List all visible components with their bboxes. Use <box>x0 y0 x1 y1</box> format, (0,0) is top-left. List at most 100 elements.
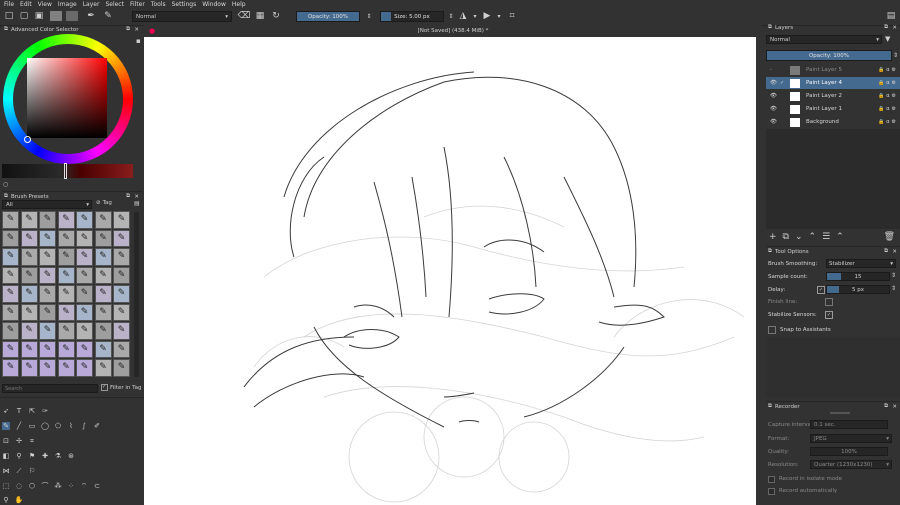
ellipse-select-icon[interactable]: ◌ <box>15 482 23 490</box>
menu-filter[interactable]: Filter <box>130 1 145 8</box>
brush-preset-item[interactable]: ✎ <box>57 303 75 321</box>
crop-tool-icon[interactable]: ⌗ <box>28 437 36 445</box>
brush-preset-item[interactable]: ✎ <box>57 322 75 340</box>
brush-preset-item[interactable]: ✎ <box>113 340 130 358</box>
brush-preset-item[interactable]: ✎ <box>94 248 112 266</box>
opacity-slider[interactable]: Opacity: 100% <box>296 11 360 22</box>
brush-preset-item[interactable]: ✎ <box>57 266 75 284</box>
chevron-down-icon[interactable]: ▾ <box>470 11 480 21</box>
capture-interval-field[interactable]: 0.1 sec. <box>810 420 888 429</box>
snap-checkbox[interactable] <box>768 326 776 334</box>
duplicate-layer-icon[interactable]: ⧉ <box>783 232 789 242</box>
menu-edit[interactable]: Edit <box>20 1 32 8</box>
brush-preset-item[interactable]: ✎ <box>76 322 93 340</box>
brush-preset-item[interactable]: ✎ <box>39 266 56 284</box>
brush-preset-item[interactable]: ✎ <box>20 285 38 303</box>
brush-preset-item[interactable]: ✎ <box>57 340 75 358</box>
assistant-tool-icon[interactable]: ⋈ <box>2 467 10 475</box>
move-up-icon[interactable]: ⌃ <box>809 232 817 242</box>
lock-icon[interactable]: 🔒 <box>878 93 884 99</box>
menu-settings[interactable]: Settings <box>172 1 197 8</box>
text-tool-icon[interactable]: T <box>15 407 23 415</box>
brush-preset-item[interactable]: ✎ <box>20 303 38 321</box>
smart-patch-icon[interactable]: ✚ <box>41 452 49 460</box>
mirror-horizontal-icon[interactable]: ◮ <box>458 11 468 21</box>
move-down-icon[interactable]: ⌄ <box>795 232 803 242</box>
bezier-select-icon[interactable]: ⌔ <box>80 482 88 490</box>
brush-preset-item[interactable]: ✎ <box>76 340 93 358</box>
brush-preset-item[interactable]: ✎ <box>2 359 19 377</box>
brush-preset-item[interactable]: ✎ <box>39 211 56 229</box>
alpha-icon[interactable]: α <box>886 80 889 86</box>
alpha-icon[interactable]: α <box>886 119 889 125</box>
brush-preset-item[interactable]: ✎ <box>113 303 130 321</box>
open-document-icon[interactable]: ▢ <box>19 11 29 21</box>
brush-preset-item[interactable]: ✎ <box>94 266 112 284</box>
lock-icon[interactable]: 🔒 <box>878 119 884 125</box>
layer-row[interactable]: 👁 Paint Layer 2 🔒 α ⚙ <box>766 90 900 102</box>
dynamic-brush-icon[interactable]: ⊡ <box>2 437 10 445</box>
finish-line-checkbox[interactable] <box>825 298 833 306</box>
size-slider[interactable]: Size: 5.00 px <box>380 11 444 22</box>
brush-preset-item[interactable]: ✎ <box>2 285 19 303</box>
workspace-icon[interactable]: ▤ <box>886 11 896 21</box>
brush-preset-item[interactable]: ✎ <box>113 229 130 247</box>
brush-preset-item[interactable]: ✎ <box>20 229 38 247</box>
menu-file[interactable]: File <box>4 1 14 8</box>
dock-float-icon[interactable]: ⧉ <box>4 26 8 33</box>
menu-image[interactable]: Image <box>58 1 77 8</box>
dock-float-icon[interactable]: ⧉ <box>768 24 772 31</box>
blend-mode-select[interactable]: Normal ▾ <box>132 11 232 22</box>
brush-preset-item[interactable]: ✎ <box>39 322 56 340</box>
close-icon[interactable]: ✕ <box>892 249 897 255</box>
brush-preset-item[interactable]: ✎ <box>2 211 19 229</box>
color-picker-handle[interactable] <box>24 136 31 143</box>
quality-slider[interactable]: 100% <box>810 447 888 456</box>
polyline-tool-icon[interactable]: ⌇ <box>67 422 75 430</box>
rect-select-icon[interactable]: ⬚ <box>2 482 10 490</box>
close-icon[interactable]: ✕ <box>892 404 897 410</box>
brush-scrollbar[interactable] <box>134 212 139 377</box>
brush-preset-item[interactable]: ✎ <box>76 266 93 284</box>
brush-preset-item[interactable]: ✎ <box>57 229 75 247</box>
chevron-down-icon[interactable]: ▾ <box>494 11 504 21</box>
delete-layer-icon[interactable]: 🗑 <box>884 232 895 242</box>
menu-layer[interactable]: Layer <box>83 1 100 8</box>
brush-smoothing-select[interactable]: Stabilizer ▾ <box>826 259 896 268</box>
opacity-spin-icon[interactable]: ⇕ <box>893 52 898 59</box>
brush-preset-item[interactable]: ✎ <box>94 322 112 340</box>
brush-preset-item[interactable]: ✎ <box>94 303 112 321</box>
format-select[interactable]: JPEG ▾ <box>810 434 892 443</box>
menu-tools[interactable]: Tools <box>151 1 166 8</box>
magnetic-select-icon[interactable]: ⊂ <box>93 482 101 490</box>
layer-row[interactable]: 👁 Background 🔒 α ⚙ <box>766 116 900 128</box>
filter-icon[interactable]: ▼ <box>885 35 890 43</box>
tag-button[interactable]: ⊘ Tag <box>96 200 112 206</box>
brush-preset-item[interactable]: ✎ <box>94 340 112 358</box>
brush-preset-item[interactable]: ✎ <box>76 303 93 321</box>
wrap-around-icon[interactable]: ⌗ <box>507 11 517 21</box>
dock-float-icon[interactable]: ⧉ <box>768 403 772 410</box>
new-document-icon[interactable]: □ <box>4 11 14 21</box>
brush-preset-item[interactable]: ✎ <box>20 248 38 266</box>
layer-blend-mode-select[interactable]: Normal ▾ <box>766 35 882 44</box>
color-picker-icon[interactable]: ⚲ <box>15 452 23 460</box>
contiguous-select-icon[interactable]: ⁂ <box>54 482 62 490</box>
settings-icon[interactable]: ⚙ <box>892 93 896 99</box>
close-icon[interactable]: ✕ <box>134 27 139 33</box>
brush-preset-item[interactable]: ✎ <box>2 229 19 247</box>
freehand-brush-icon[interactable]: ✎ <box>2 422 10 430</box>
brush-preset-item[interactable]: ✎ <box>76 229 93 247</box>
zoom-tool-icon[interactable]: ⚲ <box>2 496 10 504</box>
brush-preset-item[interactable]: ✎ <box>57 359 75 377</box>
layer-row[interactable]: 👁 Paint Layer 1 🔒 α ⚙ <box>766 103 900 115</box>
settings-icon[interactable]: ⚙ <box>892 106 896 112</box>
settings-icon[interactable]: ⚙ <box>892 80 896 86</box>
brush-preset-item[interactable]: ✎ <box>94 359 112 377</box>
brush-preset-item[interactable]: ✎ <box>113 266 130 284</box>
float-icon[interactable]: ⧉ <box>884 24 888 31</box>
brush-preset-item[interactable]: ✎ <box>2 322 19 340</box>
bezier-tool-icon[interactable]: ∫ <box>80 422 88 430</box>
spin-icon[interactable]: ⇕ <box>891 285 896 292</box>
brush-preset-item[interactable]: ✎ <box>39 303 56 321</box>
